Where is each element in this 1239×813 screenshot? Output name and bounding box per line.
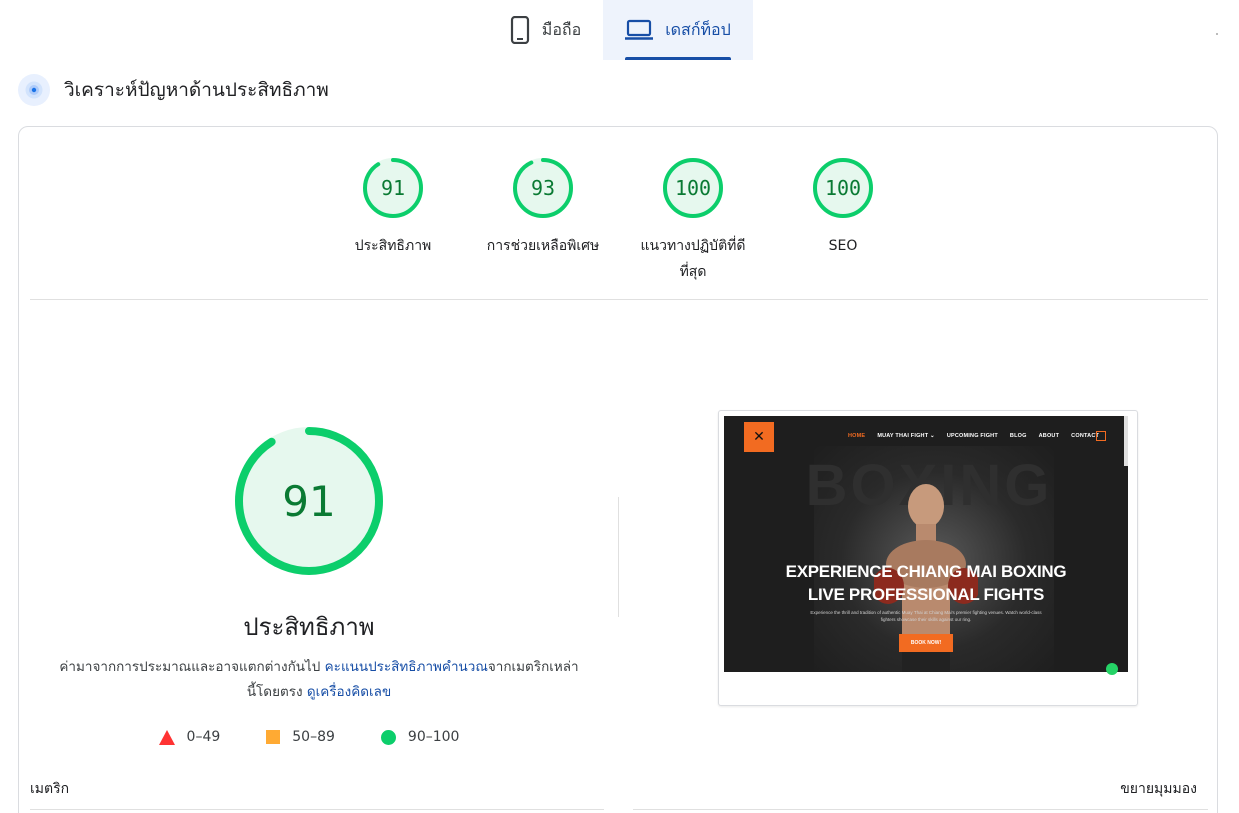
score-accessibility[interactable]: 93 การช่วยเหลือพิเศษ xyxy=(473,157,613,259)
description-text: ค่ามาจากการประมาณและอาจแตกต่างกันไป xyxy=(59,659,325,675)
legend-fail: 0–49 xyxy=(158,729,221,745)
vertical-divider xyxy=(618,497,619,617)
score-legend: 0–49 50–89 90–100 xyxy=(19,729,599,745)
legend-range: 0–49 xyxy=(186,729,221,745)
screenshot-image: BOXING ✕ HOME MUAY THAI FIGHT ⌄ UPCOMING… xyxy=(724,416,1128,672)
metrics-heading: เมตริก xyxy=(30,781,70,797)
performance-description: ค่ามาจากการประมาณและอาจแตกต่างกันไป คะแน… xyxy=(59,655,579,705)
laptop-icon xyxy=(625,19,654,41)
score-ring: 100 xyxy=(812,157,874,219)
nav-item: CONTACT xyxy=(1071,433,1100,439)
headline-line: EXPERIENCE CHIANG MAI BOXING xyxy=(785,562,1067,581)
score-value: 100 xyxy=(674,176,712,200)
score-calculation-link[interactable]: คะแนนประสิทธิภาพคำนวณ xyxy=(325,659,488,675)
screenshot-headline: EXPERIENCE CHIANG MAI BOXING LIVE PROFES… xyxy=(724,560,1128,606)
nav-item: HOME xyxy=(848,433,866,439)
score-ring: 91 xyxy=(362,157,424,219)
legend-pass: 90–100 xyxy=(380,729,460,745)
whatsapp-icon xyxy=(1106,663,1118,675)
screenshot-subtext: Experience the thrill and tradition of a… xyxy=(810,610,1042,622)
score-label: ประสิทธิภาพ xyxy=(354,238,432,254)
section-title: วิเคราะห์ปัญหาด้านประสิทธิภาพ xyxy=(64,79,329,101)
circle-icon xyxy=(380,729,396,745)
tab-desktop-label: เดสก์ท็อป xyxy=(665,19,731,39)
phone-icon xyxy=(510,16,530,44)
score-label: SEO xyxy=(828,238,858,254)
report-card: 91 ประสิทธิภาพ 93 การช่วยเหลือพิเศษ 100 xyxy=(18,126,1218,813)
score-ring: 100 xyxy=(662,157,724,219)
nav-item: UPCOMING FIGHT xyxy=(946,433,998,439)
divider xyxy=(633,809,1208,810)
tab-desktop[interactable]: เดสก์ท็อป xyxy=(603,0,753,60)
divider xyxy=(30,299,1208,300)
screenshot-scrollbar xyxy=(1124,416,1128,466)
legend-range: 50–89 xyxy=(292,729,335,745)
legend-average: 50–89 xyxy=(266,729,335,745)
page-screenshot[interactable]: BOXING ✕ HOME MUAY THAI FIGHT ⌄ UPCOMING… xyxy=(718,410,1138,706)
section-header: วิเคราะห์ปัญหาด้านประสิทธิภาพ xyxy=(18,74,329,106)
score-performance[interactable]: 91 ประสิทธิภาพ xyxy=(323,157,463,259)
calculator-link[interactable]: ดูเครื่องคิดเลข xyxy=(307,684,391,700)
headline-line: LIVE PROFESSIONAL FIGHTS xyxy=(807,585,1045,604)
performance-gauge: 91 xyxy=(233,425,385,577)
divider xyxy=(30,809,604,810)
score-value: 93 xyxy=(530,176,556,200)
cart-icon xyxy=(1096,431,1106,441)
score-label: แนวทางปฏิบัติที่ดีที่สุด xyxy=(640,238,746,280)
triangle-icon xyxy=(158,729,175,745)
site-nav: HOME MUAY THAI FIGHT ⌄ UPCOMING FIGHT BL… xyxy=(848,433,1099,439)
performance-title: ประสิทธิภาพ xyxy=(243,613,375,641)
nav-item: BLOG xyxy=(1009,433,1027,439)
score-gauges: 91 ประสิทธิภาพ 93 การช่วยเหลือพิเศษ 100 xyxy=(19,157,1217,297)
site-logo: ✕ xyxy=(744,422,774,452)
gauge-icon xyxy=(18,74,50,106)
expand-view-toggle[interactable]: ขยายมุมมอง xyxy=(1120,778,1197,800)
score-best-practices[interactable]: 100 แนวทางปฏิบัติที่ดีที่สุด xyxy=(623,157,763,285)
square-icon xyxy=(266,730,281,744)
nav-item: ABOUT xyxy=(1038,433,1060,439)
score-value: 100 xyxy=(824,176,862,200)
tab-mobile[interactable]: มือถือ xyxy=(488,0,603,60)
score-ring: 93 xyxy=(512,157,574,219)
active-tab-indicator xyxy=(625,57,731,60)
performance-score-value: 91 xyxy=(282,476,336,526)
tab-mobile-label: มือถือ xyxy=(541,19,582,39)
score-value: 91 xyxy=(380,176,406,200)
nav-item: MUAY THAI FIGHT ⌄ xyxy=(877,433,935,439)
legend-range: 90–100 xyxy=(407,729,460,745)
score-seo[interactable]: 100 SEO xyxy=(773,157,913,259)
screenshot-cta-button: BOOK NOW! xyxy=(899,634,953,652)
decorative-dot xyxy=(1216,33,1218,35)
score-label: การช่วยเหลือพิเศษ xyxy=(486,238,600,254)
device-tabs: มือถือ เดสก์ท็อป xyxy=(0,0,1239,60)
